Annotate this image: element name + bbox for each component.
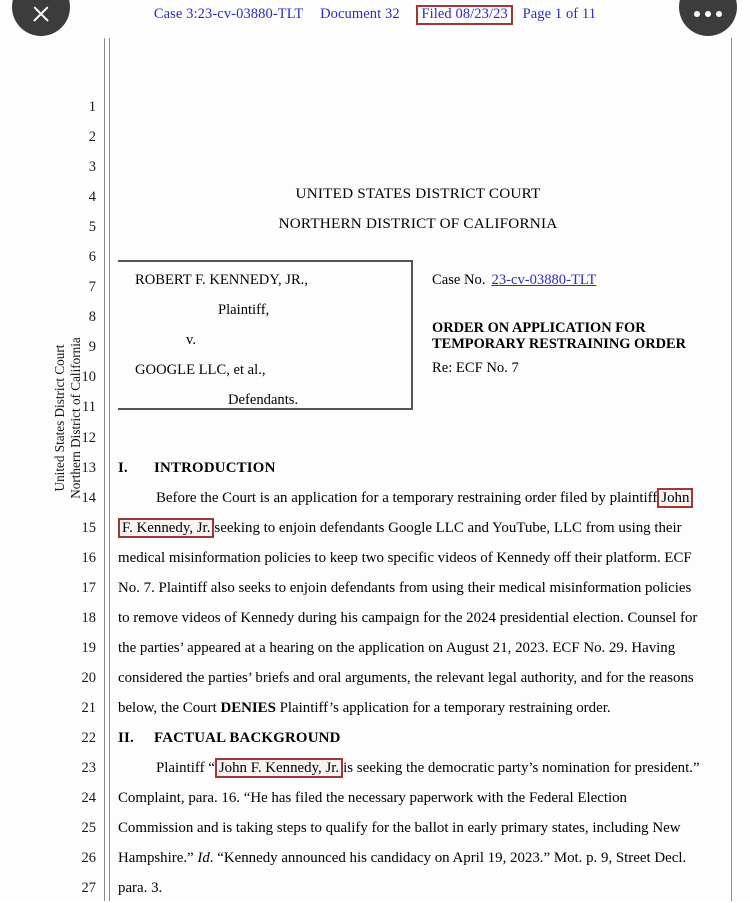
header-case-number: Case 3:23-cv-03880-TLT [153,6,304,22]
line-number: 6 [88,249,96,266]
body-text: seeking to enjoin defendants Google LLC … [214,520,682,536]
caption-defendant-role: Defendants. [228,392,299,408]
line-number: 12 [81,429,97,446]
highlight-john: John [657,488,694,508]
section-heading-introduction: I. INTRODUCTION [118,453,718,483]
section-number: I. [118,460,128,476]
line-number: 13 [81,459,97,476]
section-title: INTRODUCTION [154,460,276,476]
line-number: 25 [81,820,97,837]
body-text: . “Kennedy announced his candidacy on Ap… [209,850,687,866]
header-page-number: Page 1 of 11 [522,6,597,22]
caption-defendant-name: GOOGLE LLC, et al., [135,362,266,378]
close-x-icon [31,4,51,24]
body-line-19: the parties’ appeared at a hearing on th… [118,640,676,656]
line-number: 22 [81,729,97,746]
line-number: 20 [81,669,97,686]
body-line-14: Before the Court is an application for a… [118,483,718,513]
body-text: Before the Court is an application for a… [156,490,658,506]
highlight-john-f-kennedy-jr: John F. Kennedy, Jr. [214,758,344,778]
line-number: 1 [88,99,96,115]
header-document-number: Document 32 [320,6,400,22]
case-caption-table: ROBERT F. KENNEDY, JR., Plaintiff, v. GO… [118,260,724,410]
caption-versus: v. [186,332,196,348]
body-line-16: medical misinformation policies to keep … [118,550,692,566]
pleading-line-numbers: 1 2 3 4 5 6 7 8 9 10 11 12 13 14 15 16 1… [62,92,97,903]
line-number: 14 [81,489,97,506]
line-number: 2 [88,129,96,146]
caption-re-line: Re: ECF No. 7 [432,360,519,376]
caption-plaintiff-name: ROBERT F. KENNEDY, JR., [135,272,308,288]
line-number: 9 [88,339,96,356]
body-line-24: Complaint, para. 16. “He has filed the n… [118,790,628,806]
caption-order-title: ORDER ON APPLICATION FOR TEMPORARY RESTRA… [432,320,722,352]
line-number: 17 [81,579,97,596]
court-title-line-2: NORTHERN DISTRICT OF CALIFORNIA [278,215,558,232]
left-margin-rule-outer [104,38,105,901]
line-number: 24 [81,790,97,807]
court-title-line-1: UNITED STATES DISTRICT COURT [295,185,541,202]
line-number: 4 [88,189,96,206]
order-title-line-2: TEMPORARY RESTRAINING ORDER [432,336,687,352]
header-filed-date-highlighted: Filed 08/23/23 [416,5,513,26]
line-number: 10 [81,369,97,386]
line-number: 27 [81,880,97,897]
overflow-dots-icon [694,11,722,17]
ecf-header-stamp: Case 3:23-cv-03880-TLT Document 32 Filed… [0,5,750,26]
body-text: below, the Court [118,700,221,716]
body-text: Plaintiff’s application for a temporary … [275,700,611,716]
left-margin-rule-inner [109,38,110,901]
case-no-label: Case No. [432,272,486,288]
body-line-17: No. 7. Plaintiff also seeks to enjoin de… [118,580,692,596]
caption-case-number-row: Case No. 23-cv-03880-TLT [432,272,596,289]
caption-plaintiff-role: Plaintiff, [218,302,270,318]
highlight-f-kennedy-jr: F. Kennedy, Jr. [118,518,215,538]
body-line-20: considered the parties’ briefs and oral … [118,670,694,686]
citation-id: Id [197,850,210,866]
line-number: 18 [81,609,97,626]
right-margin-rule [731,38,732,901]
section-title: FACTUAL BACKGROUND [154,730,341,746]
line-number: 15 [81,519,97,536]
line-number: 19 [81,639,97,656]
line-number: 3 [88,159,96,176]
line-number: 5 [88,219,96,236]
body-text: Hampshire.” [118,850,198,866]
body-line-25: Commission and is taking steps to qualif… [118,820,681,836]
line-number: 8 [88,309,96,326]
emphasis-denies: DENIES [220,700,276,716]
section-number: II. [118,730,134,746]
caption-top-border [118,260,413,262]
body-line-21: below, the Court DENIES Plaintiff’s appl… [118,693,718,723]
body-text: is seeking the democratic party’s nomina… [343,760,700,776]
body-line-27: para. 3. [118,880,163,896]
order-title-line-1: ORDER ON APPLICATION FOR [432,320,646,336]
line-number: 16 [81,549,97,566]
caption-divider-border [411,260,413,410]
body-line-15: F. Kennedy, Jr. seeking to enjoin defenda… [118,513,718,543]
body-text: Plaintiff “ [156,760,215,776]
case-no-link[interactable]: 23-cv-03880-TLT [492,272,597,288]
body-line-23: Plaintiff “John F. Kennedy, Jr. is seekin… [118,753,718,783]
line-number: 23 [81,760,97,777]
line-number: 26 [81,850,97,867]
body-line-18: to remove videos of Kennedy during his c… [118,610,698,626]
line-number: 7 [88,279,96,296]
line-number: 21 [81,699,97,716]
body-line-26: Hampshire.” Id. “Kennedy announced his c… [118,843,718,873]
section-heading-factual-background: II. FACTUAL BACKGROUND [118,723,718,753]
line-number: 11 [82,399,96,416]
